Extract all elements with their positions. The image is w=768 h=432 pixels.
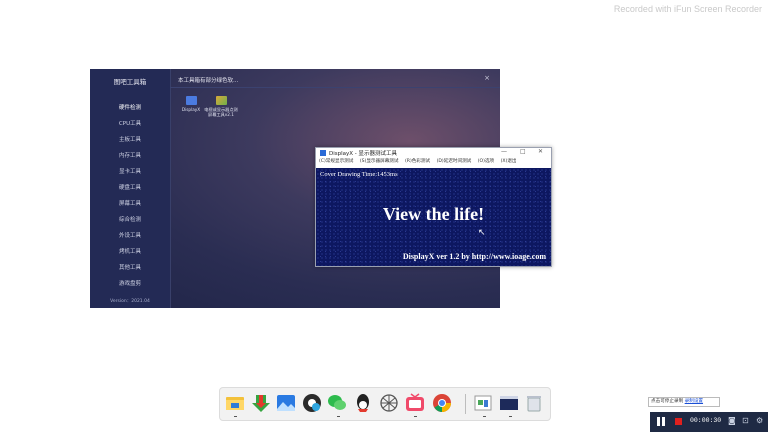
wechat-icon[interactable] bbox=[326, 392, 348, 414]
tv-icon[interactable] bbox=[404, 392, 426, 414]
displayx-title: DisplayX - 显示器测试工具 bbox=[329, 151, 398, 157]
displayx-app-icon bbox=[320, 150, 326, 156]
photos-icon[interactable] bbox=[275, 392, 297, 414]
qq-icon[interactable] bbox=[352, 392, 374, 414]
menu-screen-test[interactable]: (S)显示器屏幕测试 bbox=[360, 159, 399, 164]
displayx-menubar: (C)常规显示测试 (S)显示器屏幕测试 (R)色彩测试 (D)延迟时间测试 (… bbox=[316, 158, 551, 167]
screenshot-icon[interactable]: ⊡ bbox=[742, 416, 749, 425]
toolbox-divider bbox=[170, 87, 500, 88]
nav-item-screen[interactable]: 屏幕工具 bbox=[90, 196, 170, 212]
network-icon[interactable] bbox=[378, 392, 400, 414]
taskbar bbox=[219, 387, 551, 421]
displayx-icon bbox=[185, 96, 197, 105]
recording-timer: 00:00:30 bbox=[690, 417, 722, 424]
toolbox-version: Version：2021.04 bbox=[110, 299, 150, 304]
app-label: 电视或显示器点测屏幕工具v2.1 bbox=[204, 107, 238, 117]
toolbox-sidebar: 图吧工具箱 硬件检测 CPU工具 主板工具 内存工具 显卡工具 硬盘工具 屏幕工… bbox=[90, 69, 171, 308]
nav-item-stress[interactable]: 烤机工具 bbox=[90, 244, 170, 260]
nav-item-gpu[interactable]: 显卡工具 bbox=[90, 164, 170, 180]
cover-drawing-time: Cover Drawing Time:1453ms bbox=[320, 171, 398, 178]
media-player-icon[interactable] bbox=[301, 392, 323, 414]
camera-icon[interactable]: ◙ bbox=[728, 416, 736, 425]
recorder-tooltip-text: 点击可停止录制 bbox=[651, 399, 684, 404]
taskbar-separator bbox=[465, 394, 466, 414]
recorder-bar: 00:00:30 ◙ ⊡ ⚙ bbox=[650, 412, 768, 432]
nav-item-disk[interactable]: 硬盘工具 bbox=[90, 180, 170, 196]
pause-icon bbox=[657, 417, 660, 426]
screenshot-tool-icon[interactable] bbox=[472, 392, 494, 414]
running-indicator bbox=[509, 416, 512, 417]
app-screen-test[interactable]: 电视或显示器点测屏幕工具v2.1 bbox=[203, 96, 239, 117]
pause-button[interactable] bbox=[657, 417, 666, 426]
displayx-footer: DisplayX ver 1.2 by http://www.ioage.com bbox=[402, 252, 546, 261]
menu-color-test[interactable]: (R)色彩测试 bbox=[405, 159, 430, 164]
running-indicator bbox=[234, 416, 237, 417]
displayx-titlebar[interactable]: DisplayX - 显示器测试工具 — □ ✕ bbox=[316, 148, 551, 158]
recorder-settings-link[interactable]: 录制设置 bbox=[685, 399, 703, 404]
menu-options[interactable]: (O)选项 bbox=[478, 159, 494, 164]
stop-button[interactable] bbox=[675, 418, 682, 425]
running-indicator bbox=[337, 416, 340, 417]
running-indicator bbox=[483, 416, 486, 417]
toolbox-title: 图吧工具箱 bbox=[113, 78, 147, 86]
nav-item-game[interactable]: 游戏盘剪 bbox=[90, 276, 170, 292]
nav-item-motherboard[interactable]: 主板工具 bbox=[90, 132, 170, 148]
file-explorer-icon[interactable] bbox=[224, 392, 246, 414]
nav-item-overall[interactable]: 综合检测 bbox=[90, 212, 170, 228]
settings-icon[interactable]: ⚙ bbox=[756, 416, 763, 425]
close-icon[interactable]: ✕ bbox=[538, 148, 543, 155]
menu-general-test[interactable]: (C)常规显示测试 bbox=[319, 159, 353, 164]
toolbox-nav: 硬件检测 CPU工具 主板工具 内存工具 显卡工具 硬盘工具 屏幕工具 综合检测… bbox=[90, 100, 170, 292]
nav-item-hardware[interactable]: 硬件检测 bbox=[90, 100, 170, 116]
mouse-cursor-icon: ↖ bbox=[478, 228, 486, 238]
recorder-watermark: Recorded with iFun Screen Recorder bbox=[613, 4, 762, 14]
recycle-bin-icon[interactable] bbox=[523, 392, 545, 414]
displayx-canvas[interactable]: Cover Drawing Time:1453ms View the life!… bbox=[316, 168, 551, 266]
nav-item-peripheral[interactable]: 外设工具 bbox=[90, 228, 170, 244]
nav-item-memory[interactable]: 内存工具 bbox=[90, 148, 170, 164]
running-indicator bbox=[414, 416, 417, 417]
menu-exit[interactable]: (X)退出 bbox=[501, 159, 517, 164]
nav-item-cpu[interactable]: CPU工具 bbox=[90, 116, 170, 132]
recorder-tooltip: 点击可停止录制 录制设置 bbox=[648, 397, 720, 407]
terminal-icon[interactable] bbox=[498, 392, 520, 414]
nav-item-other[interactable]: 其他工具 bbox=[90, 260, 170, 276]
displayx-window: DisplayX - 显示器测试工具 — □ ✕ (C)常规显示测试 (S)显示… bbox=[315, 147, 552, 267]
view-the-life-text: View the life! bbox=[382, 204, 485, 224]
download-icon[interactable] bbox=[250, 392, 272, 414]
screen-test-icon bbox=[215, 96, 227, 105]
toolbox-header-text: 本工具箱有部分绿色软... bbox=[178, 78, 239, 84]
chrome-icon[interactable] bbox=[431, 392, 453, 414]
toolbox-close-button[interactable]: × bbox=[484, 74, 490, 82]
minimize-icon[interactable]: — bbox=[501, 148, 507, 155]
menu-latency-test[interactable]: (D)延迟时间测试 bbox=[437, 159, 472, 164]
maximize-icon[interactable]: □ bbox=[520, 148, 526, 155]
pause-icon bbox=[662, 417, 665, 426]
